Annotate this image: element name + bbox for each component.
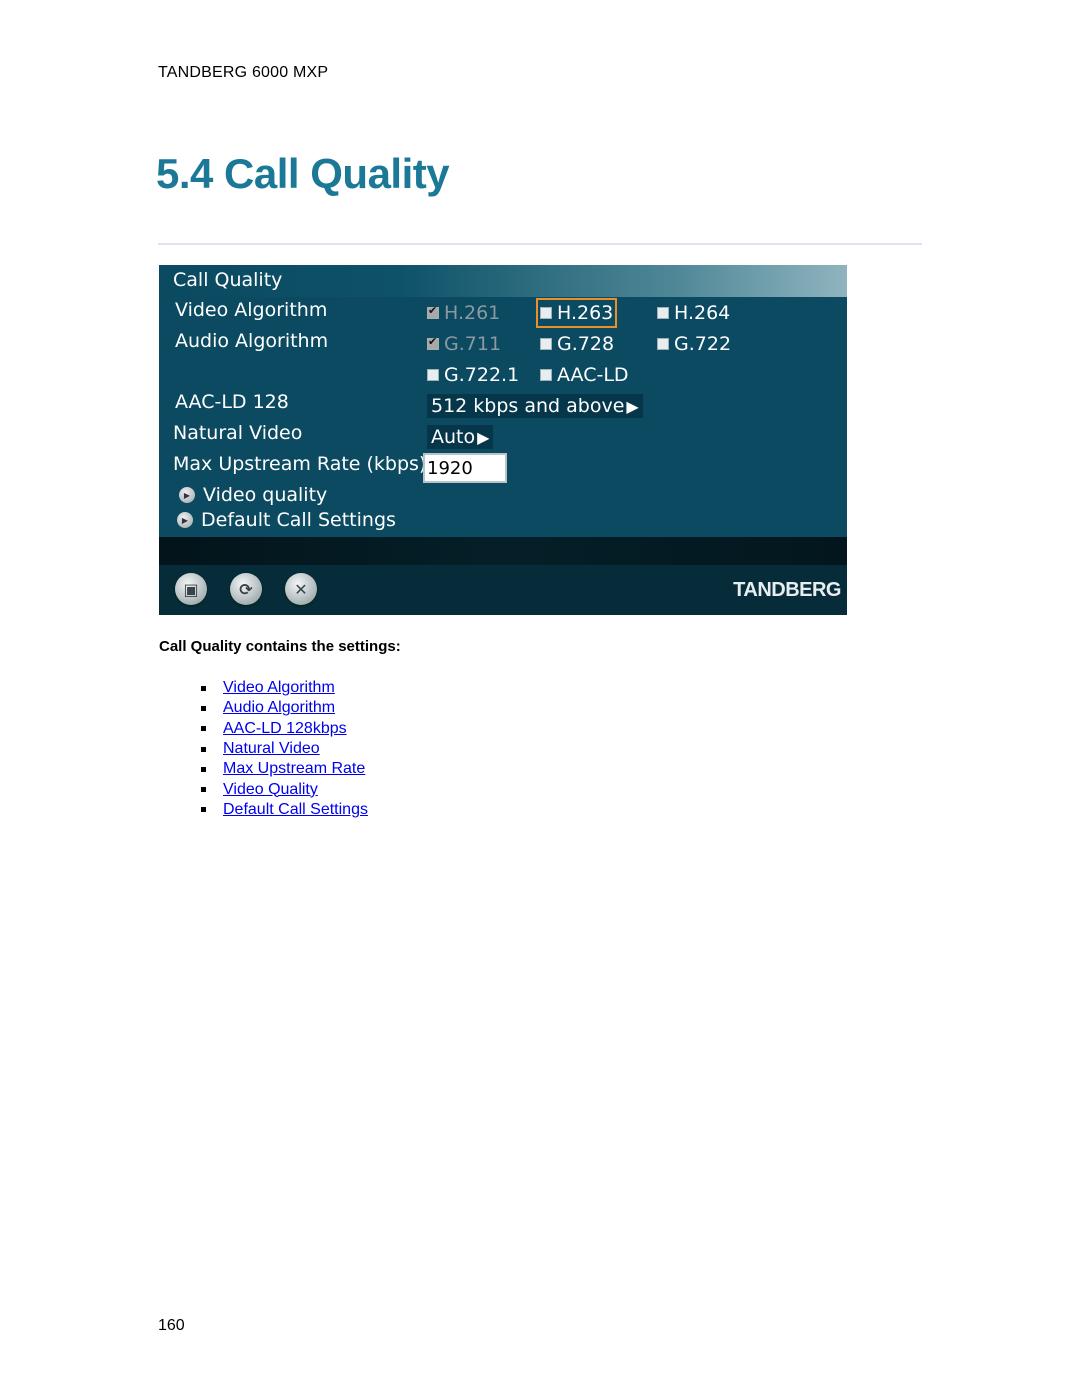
option-g728[interactable]: G.728 xyxy=(540,333,614,355)
submenu-label: Video quality xyxy=(203,484,328,506)
square-bullet-icon xyxy=(201,705,206,711)
link-max-upstream-rate[interactable]: Max Upstream Rate xyxy=(223,760,365,778)
max-upstream-rate-input[interactable] xyxy=(423,453,507,483)
close-icon: ✕ xyxy=(294,579,308,599)
settings-link-list: Video Algorithm Audio Algorithm AAC-LD 1… xyxy=(159,678,368,820)
square-bullet-icon xyxy=(201,685,206,691)
checkbox-checked-icon xyxy=(427,335,439,350)
checkbox-checked-icon xyxy=(427,304,439,319)
refresh-button[interactable]: ⟳ xyxy=(230,573,262,605)
link-aac-ld-128kbps[interactable]: AAC-LD 128kbps xyxy=(223,720,347,738)
checkbox-icon xyxy=(427,369,439,381)
screen-header: Call Quality xyxy=(159,265,847,297)
max-upstream-rate-label: Max Upstream Rate (kbps) xyxy=(173,453,427,475)
link-video-quality[interactable]: Video Quality xyxy=(223,781,318,799)
square-bullet-icon xyxy=(201,766,206,772)
option-label: G.722 xyxy=(674,333,732,355)
option-label: H.263 xyxy=(557,302,614,324)
refresh-icon: ⟳ xyxy=(239,579,253,599)
aac-ld-128-label: AAC-LD 128 xyxy=(175,391,289,413)
aac-ld-128-value: 512 kbps and above xyxy=(431,395,625,417)
list-item: Video Quality xyxy=(159,779,368,799)
submenu-default-call-settings[interactable]: ▶ Default Call Settings xyxy=(177,509,396,531)
list-item: Audio Algorithm xyxy=(159,698,368,718)
option-label: H.264 xyxy=(674,302,731,324)
square-bullet-icon xyxy=(201,726,206,732)
option-h261[interactable]: H.261 xyxy=(427,302,500,324)
option-label: G.711 xyxy=(444,333,502,355)
submenu-label: Default Call Settings xyxy=(201,509,396,531)
option-label: G.728 xyxy=(557,333,615,355)
floppy-disk-icon: ▣ xyxy=(183,579,199,599)
checkbox-icon xyxy=(657,338,669,350)
list-item: AAC-LD 128kbps xyxy=(159,719,368,739)
option-g7221[interactable]: G.722.1 xyxy=(427,364,519,386)
close-button[interactable]: ✕ xyxy=(285,573,317,605)
natural-video-value: Auto xyxy=(431,426,476,448)
square-bullet-icon xyxy=(201,807,206,813)
video-algorithm-label: Video Algorithm xyxy=(175,299,328,321)
option-label: G.722.1 xyxy=(444,364,520,386)
submenu-video-quality[interactable]: ▶ Video quality xyxy=(179,484,327,506)
link-audio-algorithm[interactable]: Audio Algorithm xyxy=(223,699,335,717)
link-video-algorithm[interactable]: Video Algorithm xyxy=(223,679,335,697)
link-default-call-settings[interactable]: Default Call Settings xyxy=(223,801,368,819)
checkbox-icon xyxy=(540,369,552,381)
checkbox-icon xyxy=(540,338,552,350)
option-g711[interactable]: G.711 xyxy=(427,333,501,355)
natural-video-select[interactable]: Auto ▶ xyxy=(427,425,494,449)
natural-video-label: Natural Video xyxy=(173,422,303,444)
page-number: 160 xyxy=(158,1317,185,1334)
square-bullet-icon xyxy=(201,787,206,793)
option-aac-ld[interactable]: AAC-LD xyxy=(540,364,629,386)
save-button[interactable]: ▣ xyxy=(175,573,207,605)
section-lead: Call Quality contains the settings: xyxy=(159,638,401,655)
link-natural-video[interactable]: Natural Video xyxy=(223,740,320,758)
triangle-right-icon: ▶ xyxy=(626,397,639,416)
screen-header-title: Call Quality xyxy=(173,269,283,291)
page-title: 5.4 Call Quality xyxy=(156,150,450,197)
tandberg-logo: TANDBERG xyxy=(733,579,841,601)
checkbox-icon xyxy=(540,307,552,319)
running-header: TANDBERG 6000 MXP xyxy=(158,64,329,81)
arrow-circle-icon: ▶ xyxy=(179,487,195,503)
list-item: Natural Video xyxy=(159,739,368,759)
title-divider xyxy=(158,243,922,245)
status-band xyxy=(159,537,847,565)
option-label: AAC-LD xyxy=(557,364,629,386)
triangle-right-icon: ▶ xyxy=(477,428,490,447)
option-h263[interactable]: H.263 xyxy=(535,298,618,328)
list-item: Video Algorithm xyxy=(159,678,368,698)
list-item: Default Call Settings xyxy=(159,800,368,820)
checkbox-icon xyxy=(657,307,669,319)
arrow-circle-icon: ▶ xyxy=(177,512,193,528)
screen-footer: ▣ ⟳ ✕ TANDBERG xyxy=(159,565,847,615)
audio-algorithm-label: Audio Algorithm xyxy=(175,330,329,352)
option-h264[interactable]: H.264 xyxy=(657,302,730,324)
option-g722[interactable]: G.722 xyxy=(657,333,731,355)
aac-ld-128-select[interactable]: 512 kbps and above ▶ xyxy=(427,394,643,418)
square-bullet-icon xyxy=(201,746,206,752)
list-item: Max Upstream Rate xyxy=(159,759,368,779)
call-quality-screenshot: Call Quality Video Algorithm H.261 H.263… xyxy=(159,265,847,615)
option-label: H.261 xyxy=(444,302,501,324)
